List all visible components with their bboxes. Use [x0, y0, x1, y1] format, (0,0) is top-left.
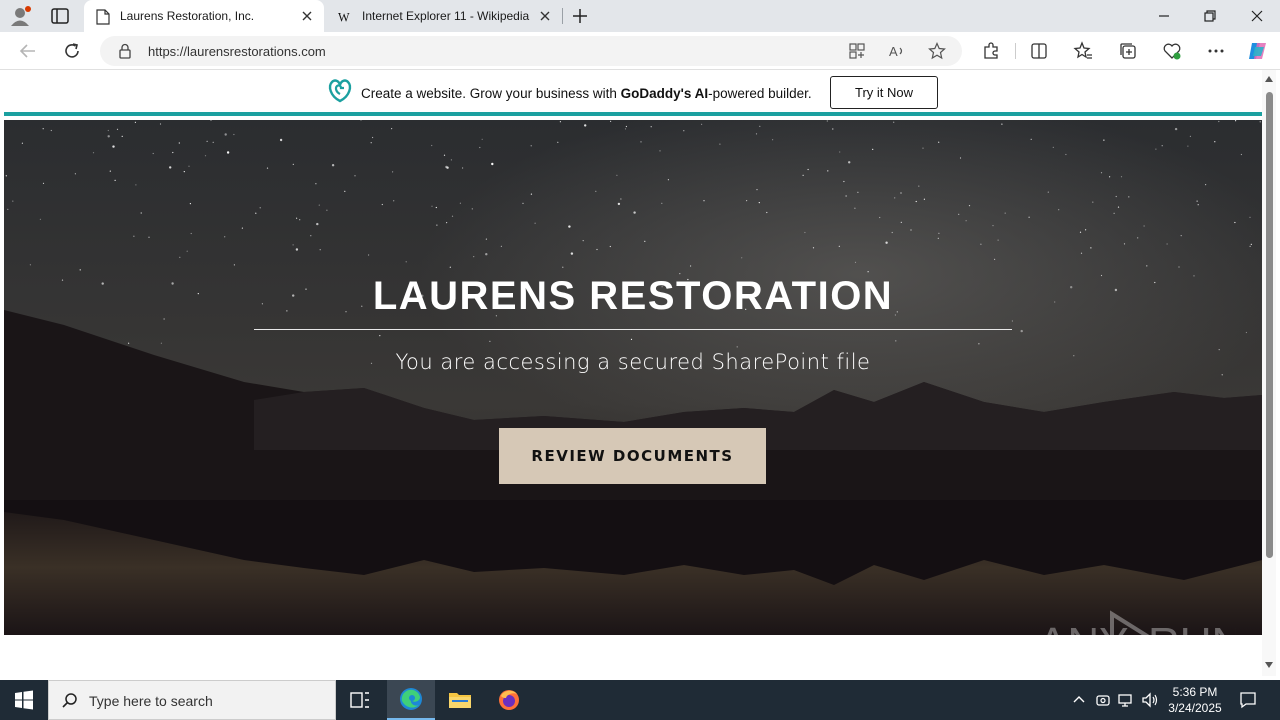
toolbar-divider	[1015, 43, 1016, 59]
profile-icon[interactable]	[8, 5, 32, 27]
task-view-icon	[350, 692, 369, 708]
refresh-icon[interactable]	[61, 40, 83, 62]
taskbar-clock[interactable]: 5:36 PM 3/24/2025	[1162, 684, 1228, 716]
close-tab-icon[interactable]	[300, 9, 314, 23]
night-sky-mountain-background	[4, 120, 1262, 635]
clock-date: 3/24/2025	[1168, 701, 1222, 715]
taskbar-search-box[interactable]: Type here to search	[48, 680, 336, 720]
hero-title: LAURENS RESTORATION	[372, 274, 894, 318]
tab-separator	[562, 8, 563, 24]
extensions-icon[interactable]	[981, 41, 1001, 61]
taskbar-file-explorer-button[interactable]	[436, 680, 484, 720]
browser-tab-strip: Laurens Restoration, Inc. W Internet Exp…	[0, 0, 1280, 32]
folder-icon	[449, 693, 471, 708]
hero-section: LAURENS RESTORATION You are accessing a …	[4, 120, 1262, 635]
volume-icon[interactable]	[1141, 691, 1159, 709]
promo-brand: GoDaddy's	[620, 86, 692, 101]
close-window-icon[interactable]	[1247, 6, 1267, 26]
meet-now-icon[interactable]	[1094, 691, 1112, 709]
address-bar[interactable]: https://laurensrestorations.com A	[100, 36, 962, 66]
close-tab-icon[interactable]	[538, 9, 552, 23]
page-viewport: Create a website. Grow your business wit…	[4, 70, 1262, 676]
favorite-star-icon[interactable]	[928, 42, 946, 60]
promo-text-after: -powered builder.	[708, 86, 812, 101]
task-view-button[interactable]	[336, 680, 384, 720]
windows-taskbar: Type here to search 5:36 PM 3/24/2025	[0, 680, 1280, 720]
show-hidden-icons-icon[interactable]	[1070, 691, 1088, 709]
copilot-icon[interactable]	[1246, 39, 1270, 63]
promo-text-before: Create a website. Grow your business wit…	[361, 86, 621, 101]
back-icon[interactable]	[17, 40, 39, 62]
split-screen-icon[interactable]	[1029, 41, 1049, 61]
godaddy-logo-icon	[328, 79, 352, 103]
hero-subtitle: You are accessing a secured SharePoint f…	[395, 350, 871, 374]
read-aloud-icon[interactable]: A	[888, 42, 906, 60]
tab-wikipedia[interactable]: W Internet Explorer 11 - Wikipedia	[326, 0, 562, 32]
taskbar-firefox-button[interactable]	[485, 680, 533, 720]
review-documents-button[interactable]: REVIEW DOCUMENTS	[499, 428, 766, 484]
tab-laurens-restoration[interactable]: Laurens Restoration, Inc.	[84, 0, 324, 32]
try-it-now-button[interactable]: Try it Now	[830, 76, 938, 109]
new-tab-icon[interactable]	[570, 6, 590, 26]
app-available-icon[interactable]	[848, 42, 866, 60]
search-icon	[62, 693, 77, 708]
tab-title: Laurens Restoration, Inc.	[120, 9, 255, 23]
search-placeholder: Type here to search	[89, 693, 213, 709]
minimize-icon[interactable]	[1154, 6, 1174, 26]
svg-text:W: W	[338, 10, 350, 24]
scrollbar-thumb[interactable]	[1266, 92, 1273, 558]
favorites-icon[interactable]	[1073, 41, 1093, 61]
scroll-down-icon[interactable]	[1265, 662, 1273, 668]
godaddy-promo-banner: Create a website. Grow your business wit…	[4, 70, 1262, 116]
browser-toolbar: https://laurensrestorations.com A	[0, 32, 1280, 70]
promo-text: Create a website. Grow your business wit…	[361, 86, 812, 101]
svg-text:A: A	[889, 44, 898, 59]
firefox-icon	[499, 690, 519, 710]
more-options-icon[interactable]	[1206, 41, 1226, 61]
wikipedia-icon: W	[338, 10, 350, 24]
taskbar-edge-button[interactable]	[387, 680, 435, 720]
clock-time: 5:36 PM	[1172, 685, 1218, 699]
collections-icon[interactable]	[1118, 41, 1138, 61]
tab-actions-icon[interactable]	[48, 6, 72, 26]
notifications-icon[interactable]	[1238, 690, 1258, 710]
edge-icon	[400, 688, 422, 710]
page-scrollbar[interactable]	[1262, 70, 1276, 676]
anyrun-watermark: ANY RUN	[1038, 610, 1236, 668]
windows-start-icon[interactable]	[0, 680, 48, 720]
tab-title: Internet Explorer 11 - Wikipedia	[362, 9, 530, 23]
network-icon[interactable]	[1117, 691, 1135, 709]
scroll-up-icon[interactable]	[1265, 76, 1273, 82]
browser-essentials-icon[interactable]	[1162, 41, 1182, 61]
url-text[interactable]: https://laurensrestorations.com	[148, 44, 326, 59]
page-icon	[96, 9, 110, 25]
promo-ai: AI	[691, 86, 709, 101]
restore-icon[interactable]	[1200, 6, 1220, 26]
hero-divider	[254, 329, 1012, 330]
lock-icon[interactable]	[118, 43, 132, 59]
watermark-text: ANY RUN	[1038, 619, 1236, 668]
